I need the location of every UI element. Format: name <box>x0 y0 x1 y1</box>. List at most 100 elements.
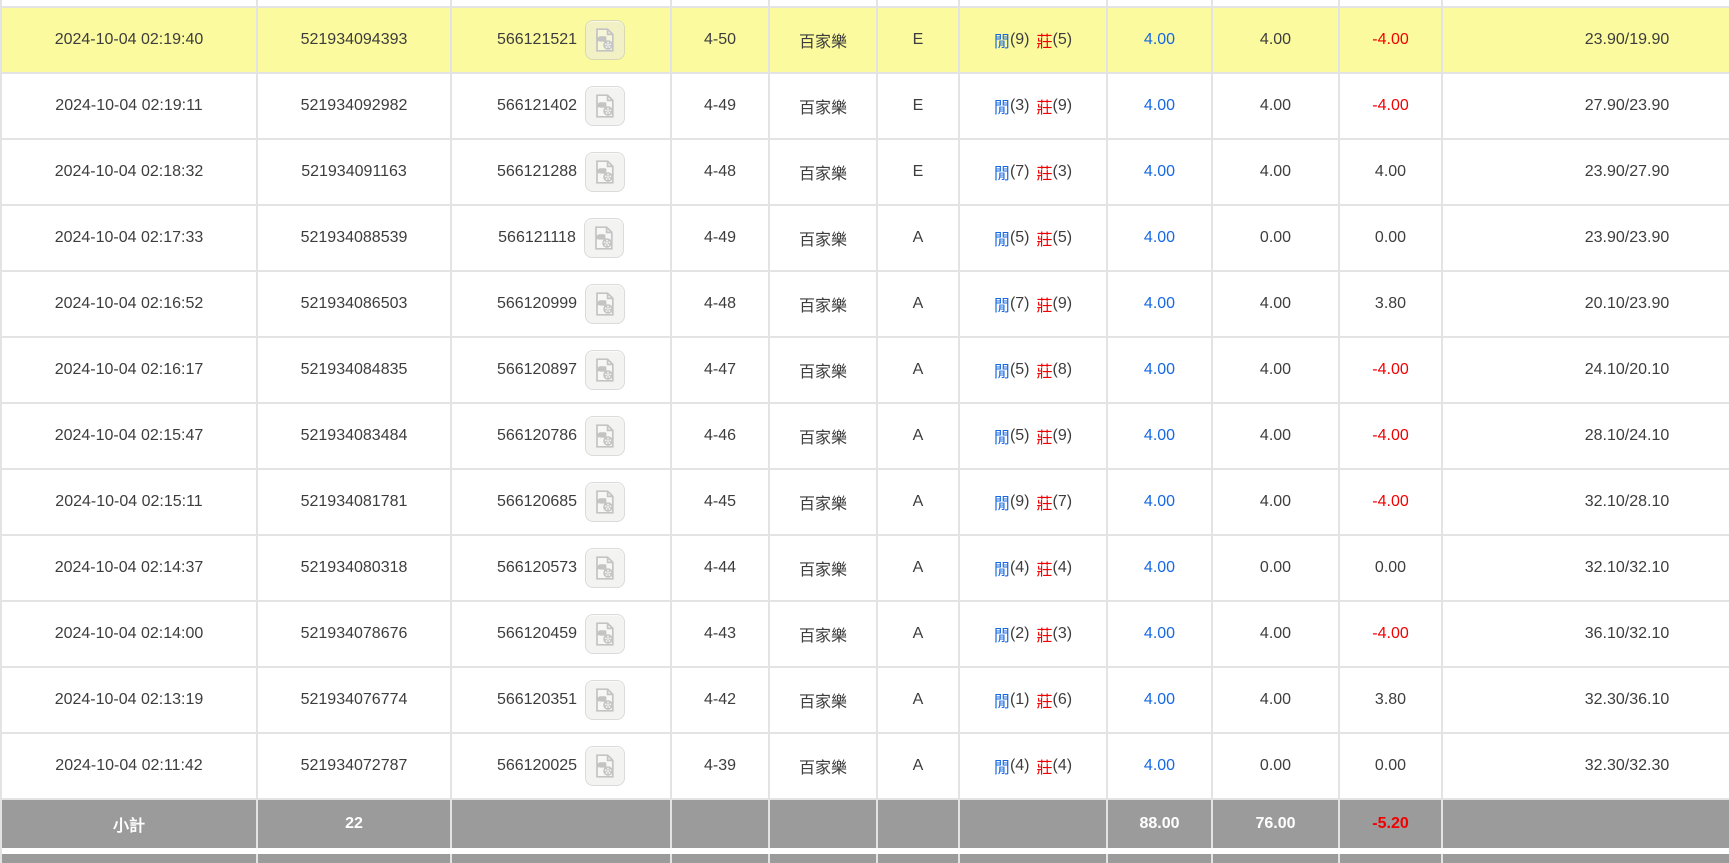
win-loss-cell: 0.00 <box>1340 734 1443 798</box>
balance-cell: 27.90/23.90 <box>1443 74 1729 138</box>
bet-id-cell: 521934088539 <box>258 206 452 270</box>
bet-record-row[interactable]: 2024-10-04 02:15:11 521934081781 5661206… <box>2 470 1729 536</box>
video-replay-button[interactable] <box>585 614 626 654</box>
round-cell: 4-46 <box>672 404 770 468</box>
bet-record-row[interactable]: 2024-10-04 02:19:40 521934094393 5661215… <box>2 8 1729 74</box>
round-cell: 4-44 <box>672 536 770 600</box>
bet-record-row[interactable]: 2024-10-04 02:18:32 521934091163 5661212… <box>2 140 1729 206</box>
win-loss-cell: -4.00 <box>1340 338 1443 402</box>
game-type-cell: 百家樂 <box>770 338 878 402</box>
bet-amount-link[interactable]: 4.00 <box>1144 493 1175 511</box>
subtotal-row: 小計 22 88.00 76.00 -5.20 <box>2 800 1729 848</box>
time-cell: 2024-10-04 02:16:17 <box>2 338 258 402</box>
player-score: (5) <box>1009 427 1030 444</box>
video-replay-button[interactable] <box>583 218 624 258</box>
bet-amount-link[interactable]: 4.00 <box>1144 691 1175 709</box>
video-file-icon <box>596 688 614 712</box>
video-replay-button[interactable] <box>585 548 626 588</box>
bet-id-cell: 521934076774 <box>258 668 452 732</box>
game-id-cell: 566121402 <box>452 74 672 138</box>
player-score: (4) <box>1009 559 1030 576</box>
player-label: 閒 <box>993 496 1010 513</box>
bet-amount-link[interactable]: 4.00 <box>1144 361 1175 379</box>
banker-label: 莊 <box>1036 760 1053 777</box>
win-loss-cell: 3.80 <box>1340 272 1443 336</box>
bet-record-row[interactable]: 2024-10-04 02:16:52 521934086503 5661209… <box>2 272 1729 338</box>
bet-record-row[interactable]: 2024-10-04 02:19:11 521934092982 5661214… <box>2 74 1729 140</box>
round-cell: 4-48 <box>672 272 770 336</box>
round-cell: 4-43 <box>672 602 770 666</box>
bet-record-row[interactable]: 2024-10-04 02:17:33 521934088539 5661211… <box>2 206 1729 272</box>
video-replay-button[interactable] <box>585 152 626 192</box>
video-replay-button[interactable] <box>585 680 626 720</box>
video-replay-button[interactable] <box>585 416 626 456</box>
bet-history-grid: 2024-10-04 02:19:40 521934094393 5661215… <box>0 0 1729 863</box>
time-cell: 2024-10-04 02:14:00 <box>2 602 258 666</box>
game-type-cell: 百家樂 <box>770 140 878 204</box>
result-cell: 閒 (2) 莊 (3) <box>960 602 1108 666</box>
table-letter-cell: A <box>878 536 960 600</box>
win-loss-cell: 0.00 <box>1340 536 1443 600</box>
win-loss-cell: 0.00 <box>1340 206 1443 270</box>
game-id-cell: 566121521 <box>452 8 672 72</box>
bet-amount-link[interactable]: 4.00 <box>1144 559 1175 577</box>
round-cell: 4-49 <box>672 74 770 138</box>
result-cell: 閒 (7) 莊 (9) <box>960 272 1108 336</box>
valid-amount-cell: 0.00 <box>1213 734 1340 798</box>
bet-record-row[interactable]: 2024-10-04 02:11:42 521934072787 5661200… <box>2 734 1729 800</box>
round-cell: 4-47 <box>672 338 770 402</box>
bet-amount-link[interactable]: 4.00 <box>1144 625 1175 643</box>
balance-cell: 23.90/27.90 <box>1443 140 1729 204</box>
bet-amount-link[interactable]: 4.00 <box>1144 31 1175 49</box>
player-label: 閒 <box>993 298 1010 315</box>
video-file-icon <box>596 28 614 52</box>
bet-amount-link[interactable]: 4.00 <box>1144 427 1175 445</box>
game-id-cell: 566121118 <box>452 206 672 270</box>
balance-cell: 36.10/32.10 <box>1443 602 1729 666</box>
bet-history-table: 2024-10-04 02:19:40 521934094393 5661215… <box>0 0 1729 863</box>
game-id-text: 566120999 <box>496 295 578 312</box>
bet-record-row[interactable]: 2024-10-04 02:14:00 521934078676 5661204… <box>2 602 1729 668</box>
player-score: (7) <box>1009 295 1030 312</box>
balance-cell: 23.90/19.90 <box>1443 8 1729 72</box>
bet-amount-link[interactable]: 4.00 <box>1144 163 1175 181</box>
time-cell: 2024-10-04 02:13:19 <box>2 668 258 732</box>
valid-amount-cell: 0.00 <box>1213 536 1340 600</box>
subtotal-count: 22 <box>258 800 452 848</box>
bet-record-row[interactable]: 2024-10-04 02:14:37 521934080318 5661205… <box>2 536 1729 602</box>
video-file-icon <box>596 490 614 514</box>
game-type-cell: 百家樂 <box>770 404 878 468</box>
bet-record-row[interactable]: 2024-10-04 02:13:19 521934076774 5661203… <box>2 668 1729 734</box>
video-replay-button[interactable] <box>585 284 626 324</box>
banker-label: 莊 <box>1036 34 1053 51</box>
time-cell: 2024-10-04 02:16:52 <box>2 272 258 336</box>
round-cell: 4-45 <box>672 470 770 534</box>
bet-amount-link[interactable]: 4.00 <box>1144 229 1175 247</box>
banker-score: (4) <box>1052 757 1073 774</box>
bet-amount-link[interactable]: 4.00 <box>1144 295 1175 313</box>
valid-amount-cell: 4.00 <box>1213 668 1340 732</box>
video-replay-button[interactable] <box>585 482 626 522</box>
video-replay-button[interactable] <box>585 86 626 126</box>
result-cell: 閒 (5) 莊 (9) <box>960 404 1108 468</box>
game-id-cell: 566120459 <box>452 602 672 666</box>
banker-label: 莊 <box>1036 562 1053 579</box>
table-letter-cell: A <box>878 734 960 798</box>
video-replay-button[interactable] <box>585 20 626 60</box>
bet-record-row[interactable]: 2024-10-04 02:15:47 521934083484 5661207… <box>2 404 1729 470</box>
banker-label: 莊 <box>1036 628 1053 645</box>
bet-amount-link[interactable]: 4.00 <box>1144 97 1175 115</box>
game-type-cell: 百家樂 <box>770 536 878 600</box>
banker-score: (3) <box>1052 163 1073 180</box>
video-replay-button[interactable] <box>585 350 626 390</box>
banker-label: 莊 <box>1036 232 1053 249</box>
video-replay-button[interactable] <box>585 746 626 786</box>
bet-amount-link[interactable]: 4.00 <box>1144 757 1175 775</box>
game-id-text: 566120786 <box>496 427 578 444</box>
result-cell: 閒 (5) 莊 (5) <box>960 206 1108 270</box>
win-loss-cell: 3.80 <box>1340 668 1443 732</box>
bet-record-row[interactable]: 2024-10-04 02:16:17 521934084835 5661208… <box>2 338 1729 404</box>
round-cell: 4-39 <box>672 734 770 798</box>
game-id-cell: 566121288 <box>452 140 672 204</box>
player-label: 閒 <box>993 760 1010 777</box>
